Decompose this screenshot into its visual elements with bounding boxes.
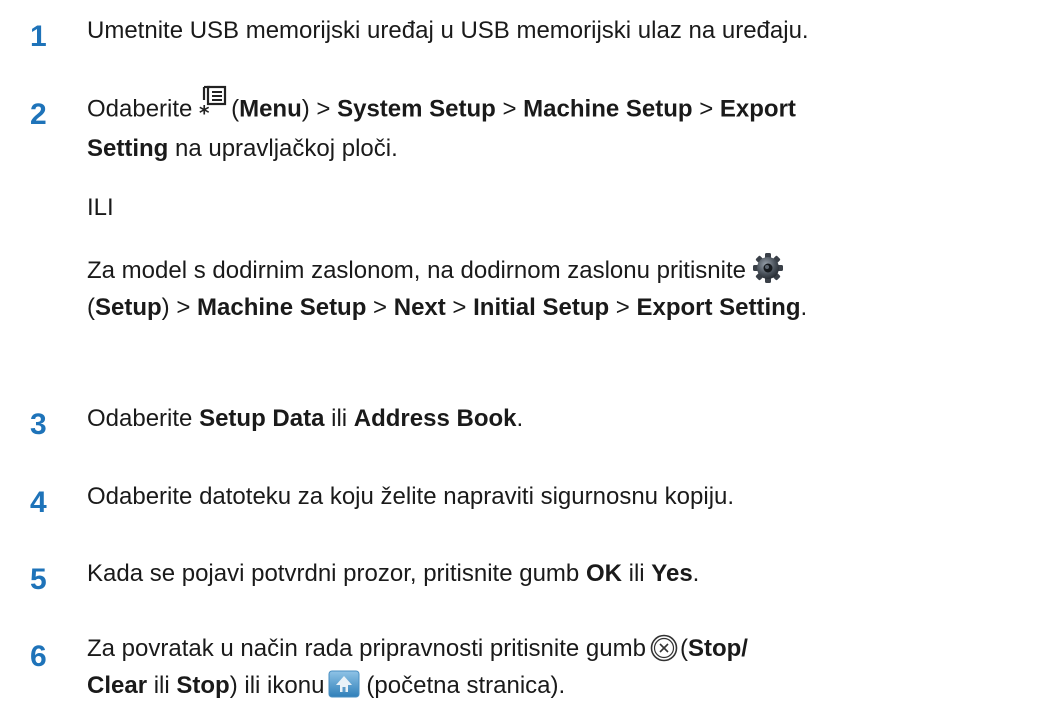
step-6-line-2: Clear ili Stop) ili ikonu (početna stran…	[87, 667, 1027, 704]
step-number: 5	[30, 563, 47, 596]
menu-icon: *	[199, 84, 229, 125]
step-text: Odaberite Setup Data ili Address Book.	[87, 405, 524, 432]
step-text: Za povratak u način rada pripravnosti pr…	[87, 630, 1027, 704]
step-2-line-2: Setting na upravljačkoj ploči.	[87, 135, 398, 162]
step-2-alt-line-1: Za model s dodirnim zaslonom, na dodirno…	[87, 252, 1027, 289]
step-number: 3	[30, 408, 47, 441]
home-icon	[328, 670, 360, 698]
step-2-line-1: Odaberite * (Menu) > System Setup > Mach…	[87, 85, 1027, 130]
step-6-line-1: Za povratak u način rada pripravnosti pr…	[87, 634, 748, 662]
step-2-or: ILI	[87, 194, 114, 221]
setup-gear-icon	[752, 252, 784, 284]
step-2-alt-line-2: (Setup) > Machine Setup > Next > Initial…	[87, 294, 808, 321]
step-number: 4	[30, 486, 47, 519]
step-text: Odaberite datoteku za koju želite naprav…	[87, 483, 735, 510]
step-text: Odaberite * (Menu) > System Setup > Mach…	[87, 85, 1027, 326]
step-number: 2	[30, 98, 47, 131]
stop-clear-icon	[650, 634, 678, 662]
svg-text:*: *	[199, 101, 210, 124]
step-number: 1	[30, 20, 47, 53]
step-number: 6	[30, 640, 47, 673]
step-text: Umetnite USB memorijski uređaj u USB mem…	[87, 12, 1027, 49]
step-text: Kada se pojavi potvrdni prozor, pritisni…	[87, 560, 700, 587]
step-1-text: Umetnite USB memorijski uređaj u USB mem…	[87, 17, 809, 44]
